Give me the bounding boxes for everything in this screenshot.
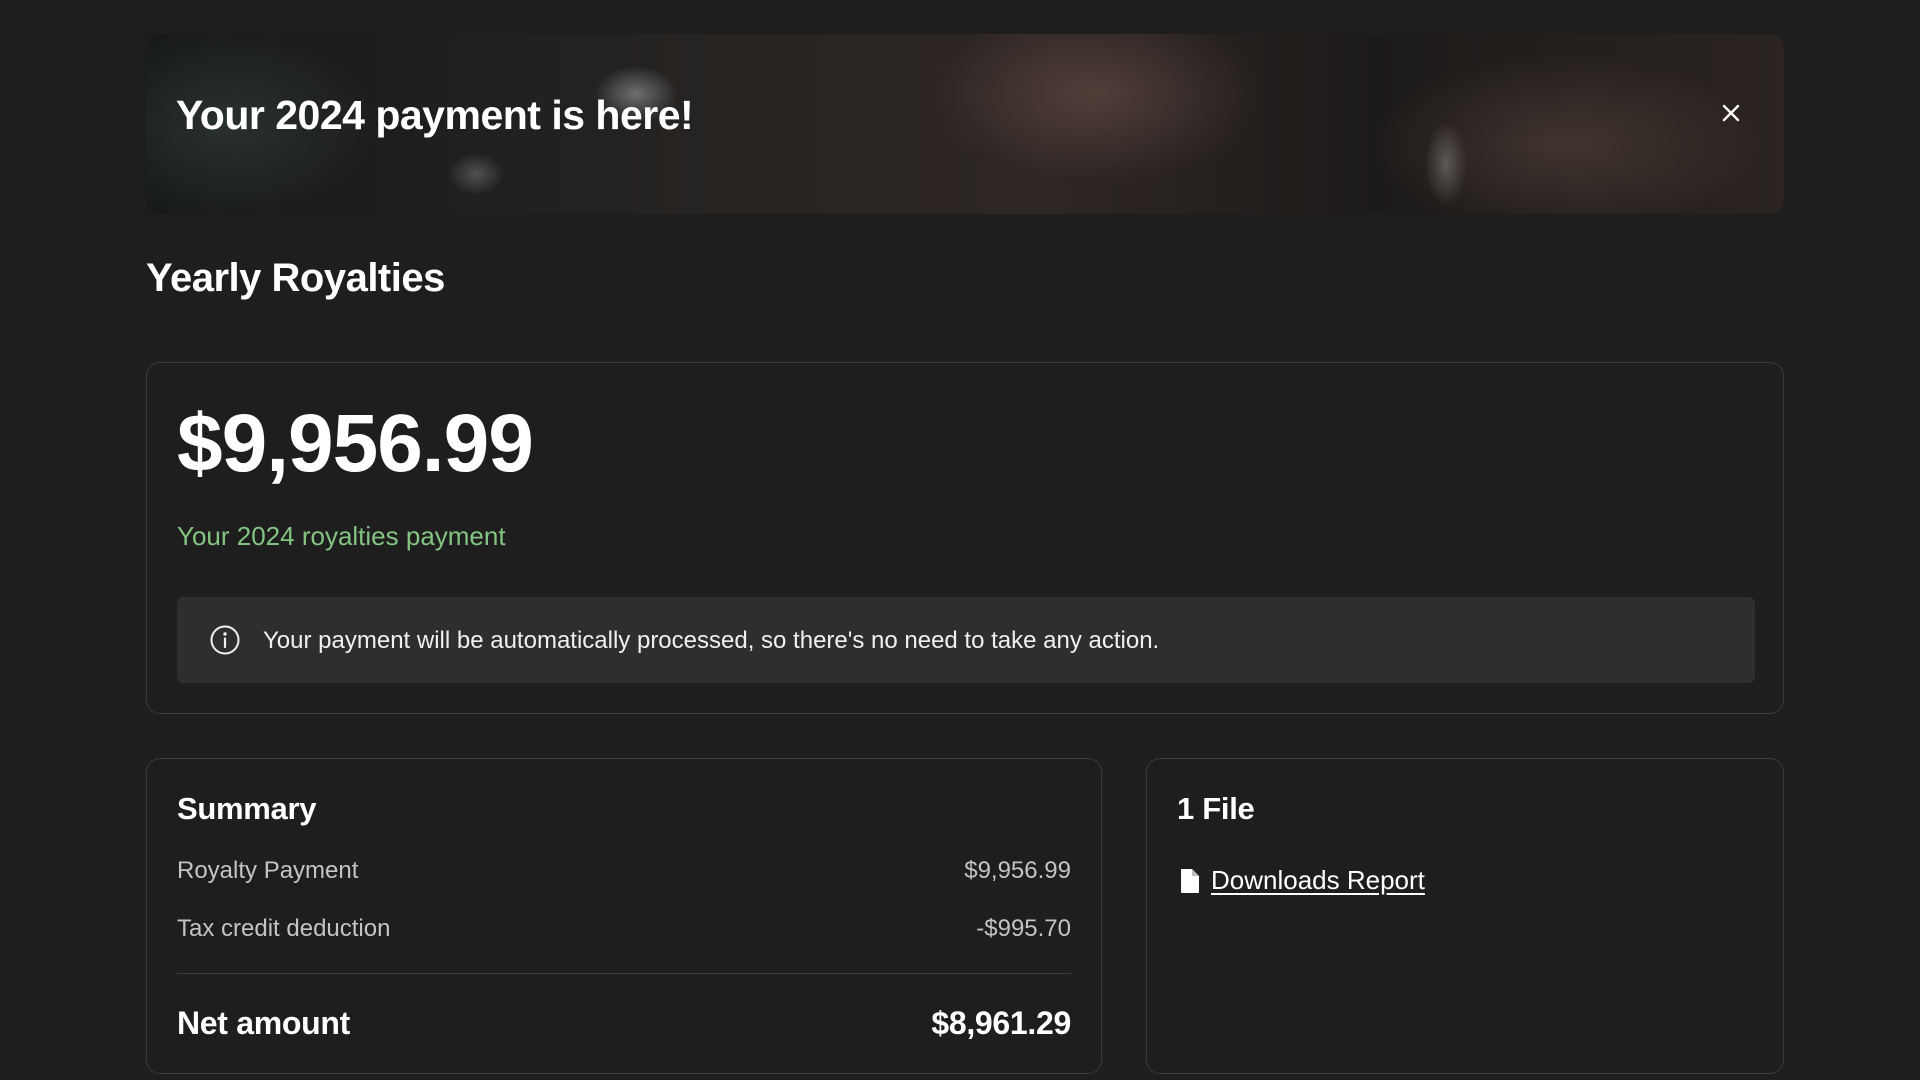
tax-deduction-value: -$995.70 — [976, 915, 1071, 942]
summary-title: Summary — [177, 791, 317, 826]
summary-card: Summary Royalty Payment $9,956.99 Tax cr… — [146, 758, 1102, 1074]
net-amount-label: Net amount — [177, 1005, 351, 1041]
payment-amount: $9,956.99 — [177, 398, 534, 489]
royalty-payment-value: $9,956.99 — [964, 857, 1071, 884]
info-icon — [210, 625, 240, 655]
summary-divider — [177, 973, 1071, 974]
files-card: 1 File Downloads Report — [1146, 758, 1784, 1074]
files-title: 1 File — [1177, 791, 1255, 826]
close-button[interactable] — [1716, 98, 1746, 128]
download-report-link[interactable]: Downloads Report — [1179, 865, 1425, 896]
download-report-label[interactable]: Downloads Report — [1211, 865, 1425, 896]
net-amount-value: $8,961.29 — [931, 1005, 1071, 1041]
close-icon — [1722, 104, 1740, 122]
royalty-payment-label: Royalty Payment — [177, 857, 359, 884]
payment-card: $9,956.99 Your 2024 royalties payment Yo… — [146, 362, 1784, 714]
page: Your 2024 payment is here! Yearly Royalt… — [0, 0, 1920, 1080]
page-title: Yearly Royalties — [146, 256, 445, 300]
info-text: Your payment will be automatically proce… — [263, 627, 1160, 654]
payment-subtitle: Your 2024 royalties payment — [177, 521, 506, 551]
payment-banner: Your 2024 payment is here! — [146, 34, 1784, 214]
tax-deduction-label: Tax credit deduction — [177, 915, 391, 942]
info-notice: Your payment will be automatically proce… — [177, 597, 1755, 683]
banner-title: Your 2024 payment is here! — [176, 92, 694, 138]
document-icon — [1181, 868, 1199, 893]
